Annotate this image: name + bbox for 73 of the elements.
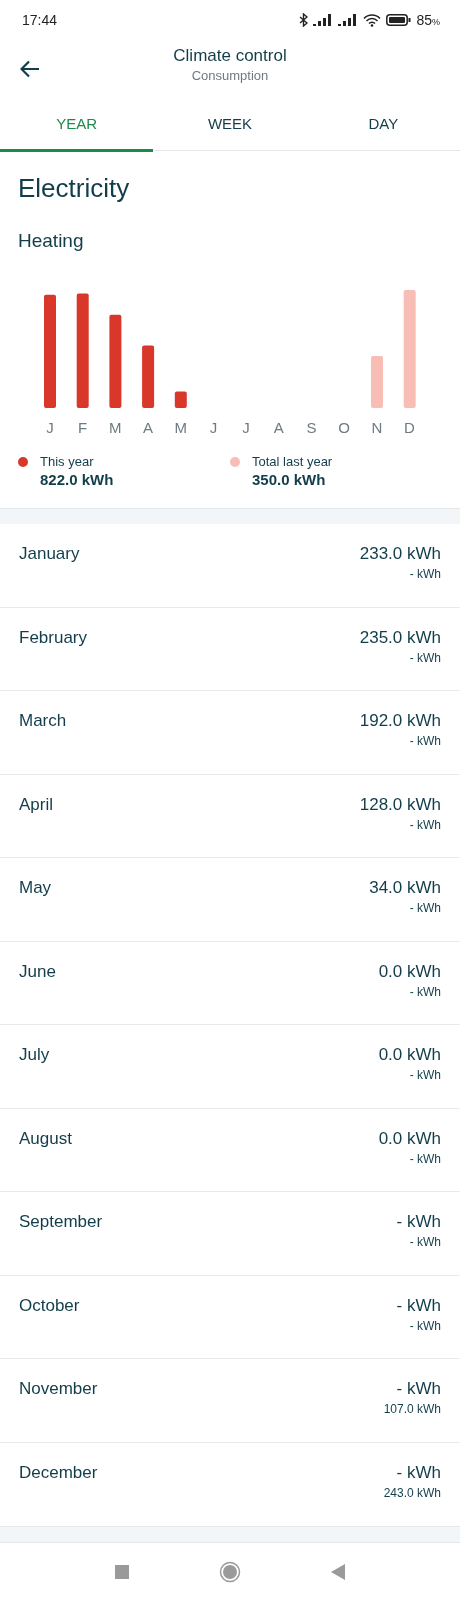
- battery-icon: [386, 14, 412, 26]
- back-nav-button[interactable]: [331, 1563, 345, 1580]
- month-label: O: [337, 419, 351, 436]
- month-name: July: [19, 1045, 50, 1065]
- signal-icon: [313, 14, 334, 26]
- period-tab[interactable]: WEEK: [153, 98, 307, 152]
- month-value: 0.0 kWh: [378, 1128, 441, 1149]
- legend-total: 822.0 kWh: [40, 471, 114, 488]
- page-title: Climate control: [173, 46, 287, 66]
- month-value: 235.0 kWh: [359, 627, 441, 648]
- month-name: October: [19, 1295, 80, 1316]
- month-label: J: [241, 419, 251, 436]
- chart-bar: [371, 356, 383, 408]
- page-subtitle: Consumption: [191, 68, 269, 83]
- month-label: J: [208, 419, 219, 436]
- battery-level: 85%: [416, 12, 440, 28]
- month-label: S: [305, 419, 318, 436]
- month-name: September: [19, 1212, 103, 1232]
- month-name: May: [19, 878, 52, 898]
- last-year-value: 243.0 kWh: [383, 1485, 441, 1500]
- month-name: February: [19, 627, 88, 648]
- month-value: 233.0 kWh: [359, 544, 441, 564]
- month-name: December: [19, 1462, 98, 1483]
- legend-label: This year: [40, 454, 95, 469]
- month-value: 34.0 kWh: [369, 878, 441, 898]
- month-label: A: [142, 419, 154, 436]
- legend-total: 350.0 kWh: [252, 471, 327, 488]
- bluetooth-icon: [299, 13, 309, 27]
- chart-bar: [142, 345, 155, 408]
- month-name: January: [19, 544, 80, 564]
- month-label: D: [403, 419, 416, 436]
- last-year-value: - kWh: [409, 1318, 441, 1333]
- last-year-value: - kWh: [409, 817, 441, 832]
- month-label: M: [108, 419, 123, 436]
- month-label: F: [77, 419, 89, 436]
- month-value: 0.0 kWh: [378, 961, 441, 982]
- chart-bar: [174, 391, 187, 408]
- period-tab[interactable]: DAY: [306, 98, 460, 152]
- month-value: 0.0 kWh: [378, 1045, 441, 1065]
- month-name: June: [19, 961, 56, 982]
- last-year-value: - kWh: [409, 650, 441, 665]
- arrow-left-icon: [20, 60, 40, 78]
- last-year-value: - kWh: [409, 901, 441, 915]
- section-title: Electricity: [18, 173, 131, 204]
- wifi-icon: [363, 13, 382, 27]
- recent-apps-button[interactable]: [115, 1564, 129, 1579]
- last-year-value: - kWh: [409, 734, 441, 748]
- signal-icon: [338, 14, 359, 26]
- last-year-value: - kWh: [409, 1235, 441, 1249]
- last-year-value: - kWh: [409, 1068, 441, 1082]
- last-year-value: - kWh: [409, 984, 441, 999]
- month-label: N: [370, 419, 384, 436]
- legend-label: Total last year: [252, 454, 333, 469]
- status-time: 17:44: [22, 12, 58, 28]
- last-year-value: - kWh: [409, 567, 441, 581]
- month-name: March: [19, 711, 67, 731]
- month-value: - kWh: [396, 1295, 441, 1316]
- chart-title: Heating: [18, 230, 85, 252]
- month-value: 192.0 kWh: [359, 711, 441, 731]
- month-value: 128.0 kWh: [359, 794, 441, 815]
- month-label: A: [272, 419, 285, 436]
- month-value: - kWh: [396, 1379, 441, 1399]
- period-tab[interactable]: YEAR: [0, 98, 154, 152]
- month-value: - kWh: [396, 1212, 441, 1232]
- month-name: November: [19, 1379, 98, 1399]
- month-value: - kWh: [396, 1462, 441, 1483]
- month-label: J: [45, 419, 55, 436]
- last-year-value: - kWh: [409, 1151, 441, 1166]
- home-button[interactable]: [219, 1560, 241, 1583]
- month-name: August: [19, 1128, 72, 1149]
- month-label: M: [173, 419, 188, 436]
- month-name: April: [19, 794, 53, 815]
- last-year-value: 107.0 kWh: [383, 1402, 441, 1416]
